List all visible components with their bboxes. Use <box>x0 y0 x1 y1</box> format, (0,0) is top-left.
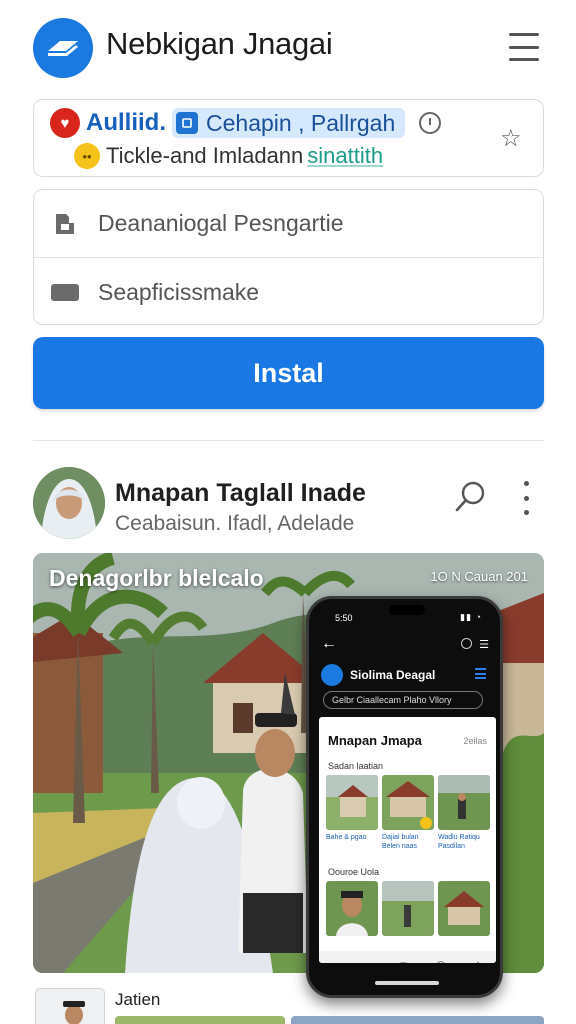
app-title: Nebkigan Jnagai <box>106 26 333 61</box>
phone-screen-content: Mnapan Jmapa 2eilas Sadan laatian Bahe &… <box>319 717 496 963</box>
field-row-2[interactable]: Seapficissmake <box>34 258 543 326</box>
card-icon <box>50 277 80 307</box>
profile-subtitle: Ceabaisun. Ifadl, Adelade <box>115 512 355 535</box>
divider <box>33 440 544 441</box>
more-options-icon[interactable] <box>521 481 531 515</box>
phone-mockup: 5:50 ▮▮ ◔ ← ☰ Siolima Deagal Gelbr Ciaal… <box>306 596 503 998</box>
phone-thumb[interactable] <box>382 775 434 830</box>
bottom-image-strip <box>115 1016 285 1024</box>
phone-thumb-caption: Wadlu Ratiqu Pasdilan <box>438 834 480 850</box>
hamburger-menu-icon[interactable] <box>506 30 542 64</box>
phone-thumb[interactable] <box>438 881 490 936</box>
phone-section-2: Oouroe Uola <box>328 867 380 877</box>
chip-label: Cehapin , Pallrgah <box>206 109 396 136</box>
book-icon <box>48 41 78 56</box>
avatar[interactable] <box>33 467 105 539</box>
phone-thumb[interactable] <box>326 775 378 830</box>
phone-app-logo <box>321 664 343 686</box>
field-2-text: Seapficissmake <box>98 278 260 305</box>
back-arrow-icon[interactable]: ← <box>321 635 337 653</box>
clock-icon <box>419 112 442 134</box>
star-icon[interactable]: ☆ <box>500 124 522 153</box>
bell-icon <box>176 112 198 134</box>
install-button[interactable]: Instal <box>33 337 544 409</box>
list-icon[interactable] <box>475 668 486 679</box>
profile-icon[interactable]: ♙ <box>473 961 482 964</box>
phone-app-name: Siolima Deagal <box>350 668 436 682</box>
phone-menu-icon[interactable]: ☰ <box>479 638 489 651</box>
phone-bottom-nav: ⌂ ● ▢ ◯ ♙ <box>319 951 496 963</box>
notification-body: •• Tickle-and Imladann sinattith <box>74 142 383 170</box>
phone-toolbar: ← ☰ <box>309 633 500 657</box>
video-icon[interactable]: ● <box>366 961 372 964</box>
location-icon[interactable]: ◯ <box>435 961 446 964</box>
phone-notch <box>389 605 425 615</box>
circle-icon[interactable] <box>461 638 472 649</box>
phone-screen-title: Mnapan Jmapa <box>328 733 422 748</box>
phone-thumb-caption: Dajial bulan Belen naas <box>382 834 419 850</box>
notification-message: Tickle-and Imladann <box>106 143 304 168</box>
notification-chip[interactable]: Cehapin , Pallrgah <box>172 108 406 138</box>
bag-icon[interactable]: ▢ <box>399 961 408 964</box>
bottom-label: Jatien <box>115 990 161 1009</box>
media-timestamp: 1O N Cauan 201 <box>430 569 528 584</box>
bottom-image-strip <box>291 1016 544 1024</box>
phone-status-bar: 5:50 ▮▮ ◔ <box>309 599 500 627</box>
phone-app-row: Siolima Deagal <box>321 663 435 687</box>
document-icon <box>50 209 80 239</box>
phone-screen-side-label: 2eilas <box>463 736 487 746</box>
search-icon[interactable] <box>453 479 489 515</box>
phone-search-input[interactable]: Gelbr Ciaallecam Plaho Vllory <box>323 691 483 709</box>
phone-home-indicator <box>375 981 439 985</box>
profile-name: Mnapan Taglall Inade <box>115 479 366 507</box>
phone-section-1: Sadan laatian <box>328 761 384 771</box>
phone-thumb[interactable] <box>382 881 434 936</box>
notification-card[interactable]: ♥ Aulliid. Cehapin , Pallrgah •• Tickle-… <box>33 99 544 177</box>
heart-badge-icon: ♥ <box>50 108 80 138</box>
field-row-1[interactable]: Deananiogal Pesngartie <box>34 190 543 258</box>
notification-app-name: Aulliid. <box>86 109 166 136</box>
signal-icon: ▮▮ ◔ <box>460 612 482 622</box>
phone-thumb[interactable] <box>438 775 490 830</box>
bottom-partial-row: Jatien <box>33 986 544 1024</box>
bottom-thumb[interactable] <box>35 988 105 1024</box>
profile-row: Mnapan Taglall Inade Ceabaisun. Ifadl, A… <box>33 467 544 543</box>
home-icon[interactable]: ⌂ <box>333 961 339 964</box>
emoji-icon: •• <box>74 143 100 169</box>
app-logo[interactable] <box>33 18 93 78</box>
notification-highlight-link[interactable]: sinattith <box>307 143 383 169</box>
phone-thumb[interactable] <box>326 881 378 936</box>
notification-header: ♥ Aulliid. Cehapin , Pallrgah <box>50 108 442 138</box>
field-1-text: Deananiogal Pesngartie <box>98 210 344 236</box>
form-card: Deananiogal Pesngartie Seapficissmake <box>33 189 544 325</box>
app-header: Nebkigan Jnagai <box>0 0 576 96</box>
phone-time: 5:50 <box>335 613 353 623</box>
phone-thumb-caption: Bahe & pgao <box>326 834 367 841</box>
media-caption: Denagorlbr blelcalo <box>49 565 264 591</box>
